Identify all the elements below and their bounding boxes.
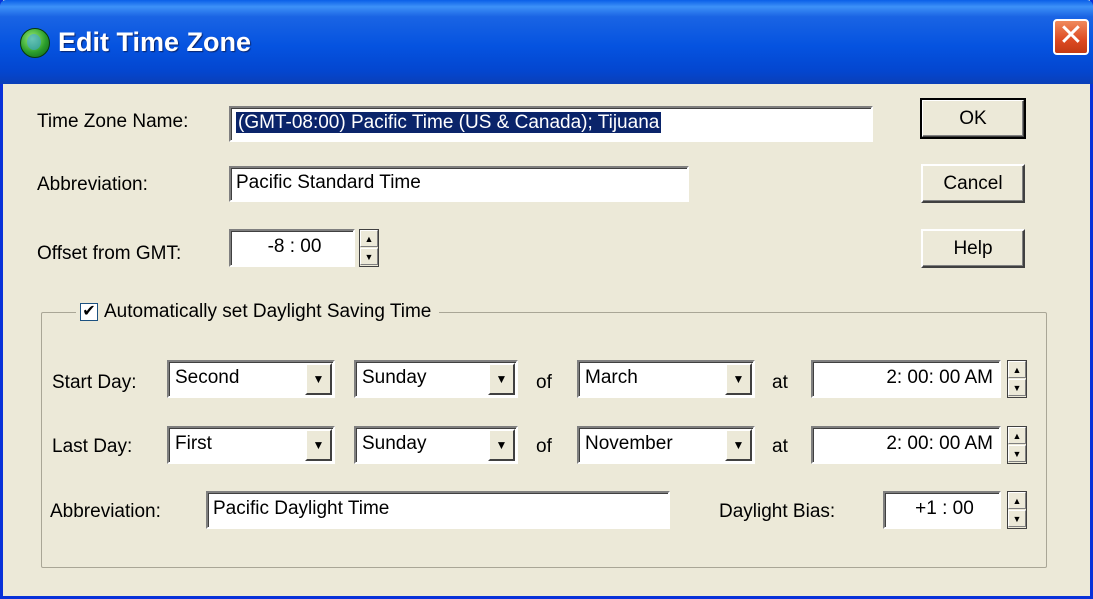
spin-up-icon[interactable]: ▲ [360,230,378,247]
spin-down-icon[interactable]: ▼ [360,248,378,265]
start-time-input[interactable]: 2: 00: 00 AM [811,360,1001,398]
spin-up-icon[interactable]: ▲ [1008,361,1026,378]
abbreviation-label: Abbreviation: [37,174,148,195]
time-zone-name-input[interactable]: (GMT-08:00) Pacific Time (US & Canada); … [229,106,873,142]
spin-down-icon[interactable]: ▼ [1008,445,1026,462]
chevron-down-icon[interactable]: ▼ [488,429,515,461]
daylight-abbreviation-label: Abbreviation: [50,501,161,522]
start-day-select[interactable]: Sunday ▼ [354,360,518,398]
last-day-label: Last Day: [52,436,133,457]
last-day-select[interactable]: Sunday ▼ [354,426,518,464]
auto-dst-checkbox[interactable]: ✔ [80,303,98,321]
start-week-select[interactable]: Second ▼ [167,360,335,398]
chevron-down-icon[interactable]: ▼ [488,363,515,395]
spin-up-icon[interactable]: ▲ [1008,492,1026,509]
last-time-input[interactable]: 2: 00: 00 AM [811,426,1001,464]
globe-icon [20,28,50,58]
start-week-value: Second [175,367,240,388]
of-label: of [536,436,552,457]
start-month-value: March [585,367,638,388]
cancel-button[interactable]: Cancel [921,164,1025,203]
ok-button[interactable]: OK [920,98,1026,139]
chevron-down-icon[interactable]: ▼ [305,363,332,395]
window-title: Edit Time Zone [58,27,252,57]
last-month-value: November [585,433,673,454]
last-month-select[interactable]: November ▼ [577,426,755,464]
start-time-spinner[interactable]: ▲ ▼ [1007,360,1027,398]
last-time-spinner[interactable]: ▲ ▼ [1007,426,1027,464]
start-day-label: Start Day: [52,372,137,393]
of-label: of [536,372,552,393]
time-zone-name-value: (GMT-08:00) Pacific Time (US & Canada); … [236,112,662,133]
spin-up-icon[interactable]: ▲ [1008,427,1026,444]
offset-spinner[interactable]: ▲ ▼ [359,229,379,267]
chevron-down-icon[interactable]: ▼ [305,429,332,461]
daylight-bias-label: Daylight Bias: [719,501,836,522]
spin-down-icon[interactable]: ▼ [1008,510,1026,527]
spin-down-icon[interactable]: ▼ [1008,379,1026,396]
daylight-bias-input[interactable]: +1 : 00 [883,491,1001,529]
start-month-select[interactable]: March ▼ [577,360,755,398]
edit-time-zone-dialog: Edit Time Zone ✕ Time Zone Name: (GMT-08… [0,0,1093,599]
at-label: at [772,436,788,457]
daylight-bias-spinner[interactable]: ▲ ▼ [1007,491,1027,529]
time-zone-name-label: Time Zone Name: [37,111,189,132]
offset-from-gmt-label: Offset from GMT: [37,243,182,264]
start-day-value: Sunday [362,367,427,388]
chevron-down-icon[interactable]: ▼ [725,429,752,461]
at-label: at [772,372,788,393]
close-button[interactable]: ✕ [1053,19,1089,55]
daylight-abbreviation-input[interactable]: Pacific Daylight Time [206,491,670,529]
last-week-select[interactable]: First ▼ [167,426,335,464]
auto-dst-checkbox-row[interactable]: ✔ Automatically set Daylight Saving Time [76,301,440,329]
offset-from-gmt-input[interactable]: -8 : 00 [229,229,355,267]
last-day-value: Sunday [362,433,427,454]
help-button[interactable]: Help [921,229,1025,268]
title-bar[interactable]: Edit Time Zone ✕ [0,0,1093,84]
abbreviation-input[interactable]: Pacific Standard Time [229,166,689,202]
last-week-value: First [175,433,212,454]
chevron-down-icon[interactable]: ▼ [725,363,752,395]
auto-dst-label: Automatically set Daylight Saving Time [104,301,432,322]
